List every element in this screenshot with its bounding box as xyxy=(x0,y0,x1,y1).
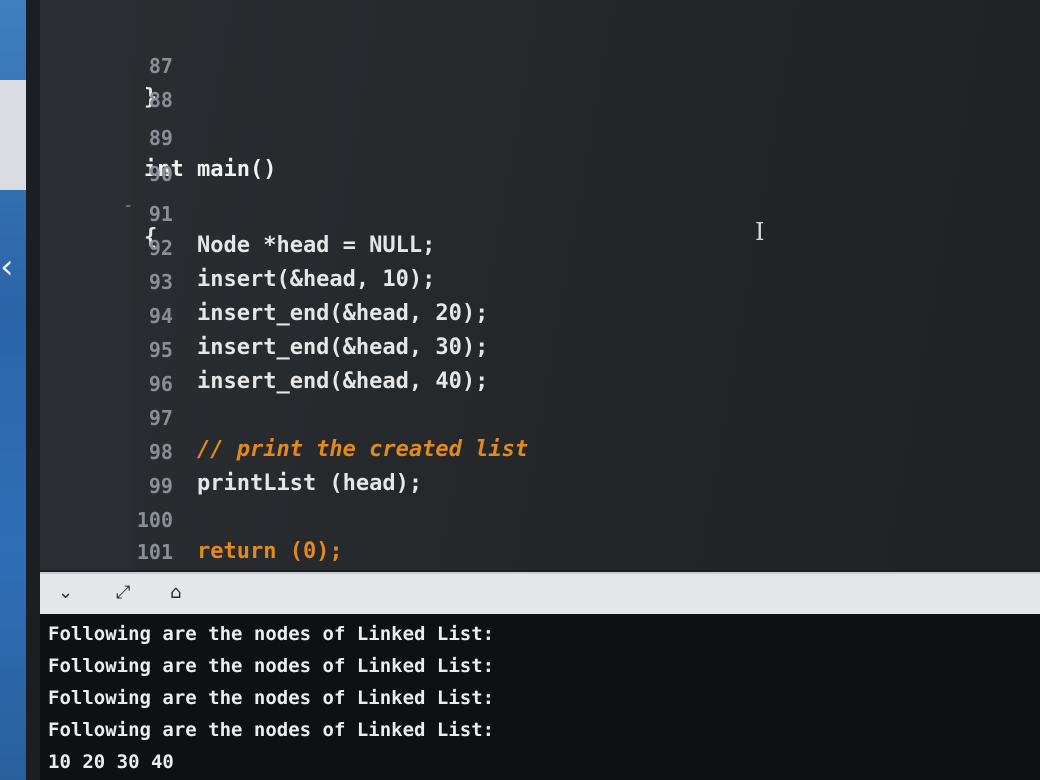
lock-icon[interactable]: ⌂ xyxy=(170,582,181,603)
code-text: return (0); xyxy=(144,539,343,564)
console-line: Following are the nodes of Linked List: xyxy=(48,687,495,709)
window-edge xyxy=(0,80,26,190)
line-number: 89 xyxy=(148,126,173,150)
line-number: 92 xyxy=(148,236,173,260)
console-line: 10 20 30 40 xyxy=(48,751,174,773)
line-number: 97 xyxy=(148,406,173,430)
code-comment: // print the created list xyxy=(144,437,529,462)
chevron-down-icon[interactable]: ⌄ xyxy=(58,582,73,603)
code-line: 97 // print the created list xyxy=(40,370,528,462)
code-line: 94 insert_end(&head, 30); xyxy=(40,268,488,360)
console-line: Following are the nodes of Linked List: xyxy=(48,719,495,741)
code-line: 87 } xyxy=(40,18,173,110)
code-line: 100 return (0); xyxy=(40,472,343,564)
code-line: 92 insert(&head, 10); xyxy=(40,200,436,292)
expand-icon[interactable]: ⤢ xyxy=(116,582,130,603)
console-output[interactable]: Following are the nodes of Linked List: … xyxy=(40,614,1040,780)
code-text: Node *head = NULL; xyxy=(144,233,436,258)
code-line: 98 printList (head); xyxy=(40,404,422,496)
code-line: 101 } xyxy=(40,504,173,596)
line-number: 99 xyxy=(148,474,173,498)
line-number: 88 xyxy=(148,88,173,112)
code-text: printList (head); xyxy=(144,471,423,496)
code-line: 90 - { xyxy=(40,126,173,250)
code-editor[interactable]: 87 } 88 89 int main() 90 - { 91 Node *he… xyxy=(40,0,1040,596)
code-line: 89 int main() xyxy=(40,90,276,182)
code-line: 102 xyxy=(40,536,173,596)
code-line: 93 insert_end(&head, 20); xyxy=(40,234,488,326)
text-cursor-icon: I xyxy=(755,218,765,246)
code-line: 91 Node *head = NULL; xyxy=(40,166,436,258)
code-text: insert_end(&head, 40); xyxy=(144,369,489,394)
console-toolbar: ⌄ ⤢ ⌂ xyxy=(40,572,1040,616)
chevron-left-icon[interactable]: ‹ xyxy=(0,250,14,284)
line-number: 94 xyxy=(148,304,173,328)
code-line: 96 xyxy=(40,336,173,396)
line-number: 93 xyxy=(148,270,173,294)
console-line: Following are the nodes of Linked List: xyxy=(48,623,495,645)
code-line: 99 xyxy=(40,438,173,498)
line-number: 87 xyxy=(148,54,173,78)
code-text: insert_end(&head, 20); xyxy=(144,301,489,326)
code-text: insert(&head, 10); xyxy=(144,267,436,292)
left-window-strip: ‹ xyxy=(0,0,26,780)
code-line: 95 insert_end(&head, 40); xyxy=(40,302,488,394)
console-line: Following are the nodes of Linked List: xyxy=(48,655,495,677)
line-number: 100 xyxy=(136,508,173,532)
line-number: 90 xyxy=(148,162,173,186)
line-number: 95 xyxy=(148,338,173,362)
line-number: 96 xyxy=(148,372,173,396)
line-number: 98 xyxy=(148,440,173,464)
line-number: 91 xyxy=(148,202,173,226)
code-line: 88 xyxy=(40,52,173,112)
code-text: insert_end(&head, 30); xyxy=(144,335,489,360)
line-number: 101 xyxy=(136,540,173,564)
